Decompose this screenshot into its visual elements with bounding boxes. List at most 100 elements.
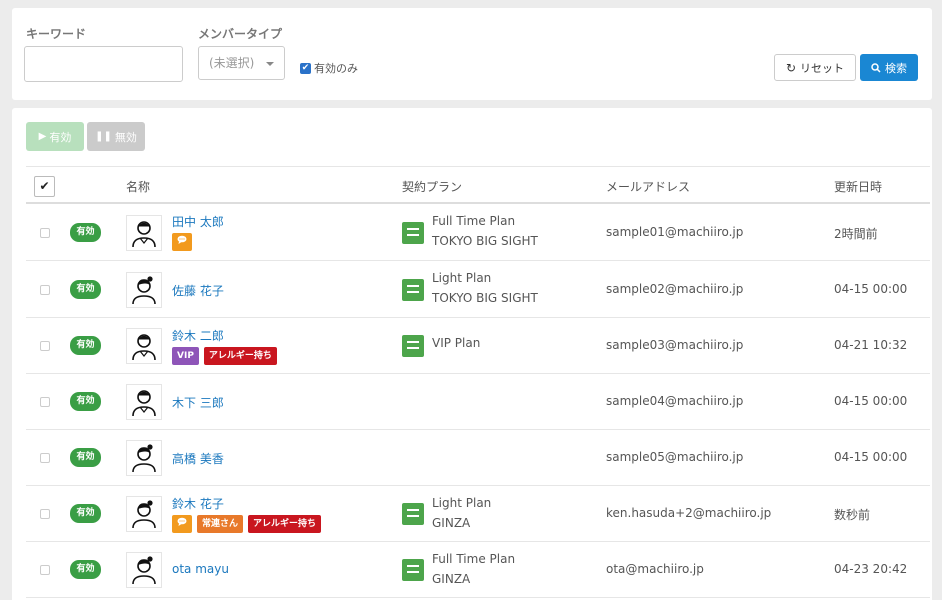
enable-label: 有効 — [49, 130, 72, 144]
row-checkbox[interactable] — [40, 397, 50, 407]
avatar — [126, 496, 162, 532]
reset-button[interactable]: ↻ リセット — [774, 54, 856, 81]
header-updated: 更新日時 — [834, 180, 883, 194]
updated-at: 04-23 20:42 — [834, 562, 908, 576]
table-row[interactable]: 有効 田中 太郎 Full Time Plan TOKYO BIG SIGHT samp… — [26, 204, 930, 261]
allergy-tag: アレルギー持ち — [203, 347, 277, 365]
table-row[interactable]: 有効 ota mayu Full Time Plan GINZA ota@machiir… — [26, 542, 930, 598]
disable-label: 無効 — [114, 130, 137, 144]
chat-bubble-icon — [177, 515, 187, 533]
status-badge: 有効 — [70, 223, 101, 242]
member-email: sample04@machiiro.jp — [606, 394, 744, 408]
row-checkbox[interactable] — [40, 228, 50, 238]
plan-icon — [402, 222, 424, 244]
plan-name: VIP Plan — [432, 336, 481, 350]
caret-down-icon — [266, 62, 274, 66]
plan-place: GINZA — [432, 572, 471, 586]
plan-place: TOKYO BIG SIGHT — [432, 291, 538, 305]
updated-at: 04-15 00:00 — [834, 394, 908, 408]
member-table: ✔ 名称 契約プラン メールアドレス 更新日時 有効 田中 太郎 Full Time… — [26, 166, 930, 598]
plan-name: Full Time Plan — [432, 214, 516, 228]
plan-name: Light Plan — [432, 271, 492, 285]
row-checkbox[interactable] — [40, 509, 50, 519]
member-email: sample01@machiiro.jp — [606, 225, 744, 239]
row-checkbox[interactable] — [40, 285, 50, 295]
avatar — [126, 384, 162, 420]
row-checkbox[interactable] — [40, 341, 50, 351]
plan-place: GINZA — [432, 516, 471, 530]
plan-name: Light Plan — [432, 496, 492, 510]
member-type-value: (未選択) — [209, 56, 255, 70]
member-email: ota@machiiro.jp — [606, 562, 704, 576]
member-list-panel: ▶ 有効 ❚❚ 無効 ✔ 名称 契約プラン メールアドレス 更新日時 有効田中 … — [12, 108, 932, 600]
reset-label: リセット — [800, 61, 845, 75]
updated-at: 04-21 10:32 — [834, 338, 908, 352]
pause-icon: ❚❚ — [95, 131, 112, 142]
male-avatar-icon — [127, 216, 161, 250]
male-avatar-icon — [127, 329, 161, 363]
updated-at: 2時間前 — [834, 227, 878, 241]
play-icon: ▶ — [38, 131, 47, 142]
select-all-checkbox[interactable]: ✔ — [34, 176, 55, 197]
member-name-link[interactable]: 木下 三郎 — [172, 394, 224, 411]
member-tags: VIP アレルギー持ち — [172, 347, 277, 365]
row-checkbox[interactable] — [40, 565, 50, 575]
avatar — [126, 328, 162, 364]
keyword-label: キーワード — [26, 27, 87, 41]
avatar — [126, 272, 162, 308]
disable-button[interactable]: ❚❚ 無効 — [87, 122, 145, 151]
plan-icon — [402, 335, 424, 357]
status-badge: 有効 — [70, 336, 101, 355]
table-header: ✔ 名称 契約プラン メールアドレス 更新日時 — [26, 166, 930, 204]
chat-tag — [172, 233, 192, 251]
member-email: ken.hasuda+2@machiiro.jp — [606, 506, 772, 520]
member-name-link[interactable]: 田中 太郎 — [172, 213, 224, 230]
member-name-link[interactable]: 鈴木 花子 — [172, 495, 224, 512]
member-name-link[interactable]: 鈴木 二郎 — [172, 327, 224, 344]
member-name-link[interactable]: 佐藤 花子 — [172, 282, 224, 299]
search-button[interactable]: 検索 — [860, 54, 918, 81]
avatar — [126, 215, 162, 251]
vip-tag: VIP — [172, 347, 199, 365]
female-avatar-icon — [127, 553, 161, 587]
member-name-link[interactable]: 高橋 美香 — [172, 450, 224, 467]
member-tags: 常連さん アレルギー持ち — [172, 515, 322, 533]
member-email: sample02@machiiro.jp — [606, 282, 744, 296]
enable-button[interactable]: ▶ 有効 — [26, 122, 84, 151]
member-type-label: メンバータイプ — [198, 27, 283, 41]
member-email: sample03@machiiro.jp — [606, 338, 744, 352]
status-badge: 有効 — [70, 448, 101, 467]
table-row[interactable]: 有効 鈴木 二郎 VIP アレルギー持ち VIP Plan sample03@machii… — [26, 318, 930, 374]
avatar — [126, 552, 162, 588]
header-name: 名称 — [126, 180, 151, 194]
table-body: 有効 田中 太郎 Full Time Plan TOKYO BIG SIGHT samp… — [26, 204, 930, 598]
plan-place: TOKYO BIG SIGHT — [432, 234, 538, 248]
row-checkbox[interactable] — [40, 453, 50, 463]
regular-tag: 常連さん — [197, 515, 244, 533]
active-only-checkbox[interactable]: ✔ — [300, 63, 311, 74]
member-type-select[interactable]: (未選択) — [198, 46, 285, 80]
header-email: メールアドレス — [606, 180, 691, 194]
active-only-label[interactable]: 有効のみ — [314, 60, 358, 76]
avatar — [126, 440, 162, 476]
updated-at: 04-15 00:00 — [834, 282, 908, 296]
plan-icon — [402, 279, 424, 301]
table-row[interactable]: 有効 鈴木 花子常連さん アレルギー持ち Light Plan GINZA ken.has… — [26, 486, 930, 542]
status-badge: 有効 — [70, 504, 101, 523]
plan-name: Full Time Plan — [432, 552, 516, 566]
keyword-input[interactable] — [24, 46, 183, 82]
refresh-icon: ↻ — [785, 60, 797, 75]
member-email: sample05@machiiro.jp — [606, 450, 744, 464]
member-name-link[interactable]: ota mayu — [172, 562, 229, 576]
chat-tag — [172, 515, 192, 533]
plan-icon — [402, 559, 424, 581]
female-avatar-icon — [127, 273, 161, 307]
status-badge: 有効 — [70, 560, 101, 579]
table-row[interactable]: 有効 佐藤 花子 Light Plan TOKYO BIG SIGHT sample02… — [26, 261, 930, 318]
updated-at: 04-15 00:00 — [834, 450, 908, 464]
plan-icon — [402, 503, 424, 525]
status-badge: 有効 — [70, 280, 101, 299]
table-row[interactable]: 有効 高橋 美香 sample05@machiiro.jp 04-15 00:00 — [26, 430, 930, 486]
search-icon — [871, 62, 881, 73]
table-row[interactable]: 有効 木下 三郎 sample04@machiiro.jp 04-15 00:00 — [26, 374, 930, 430]
